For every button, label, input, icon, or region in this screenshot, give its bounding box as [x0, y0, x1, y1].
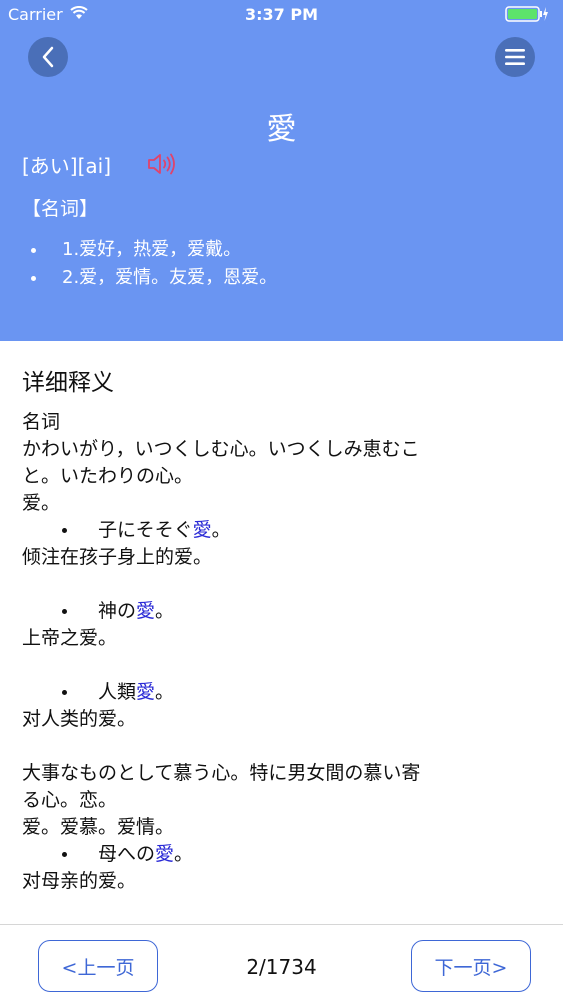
status-time: 3:37 PM: [244, 5, 318, 24]
example-text-end: 。: [174, 843, 194, 865]
pagination-bar: <上一页 2/1734 下一页>: [0, 924, 563, 1001]
example-text: 子にそそぐ: [98, 519, 193, 541]
meaning-list: 1.爱好，热爱，爱戴。 2.爱，爱情。友爱，恩爱。: [22, 236, 277, 292]
highlight-word: 愛: [136, 600, 156, 622]
definition-line: 倾注在孩子身上的爱。: [22, 546, 213, 568]
battery-icon: [505, 6, 548, 22]
example-text-end: 。: [155, 681, 175, 703]
bullet-dot: [62, 528, 67, 533]
headword: 愛: [266, 112, 297, 147]
example-text: 母への: [98, 843, 156, 865]
definition-line: 对人类的爱。: [22, 708, 137, 730]
next-page-button[interactable]: 下一页>: [411, 940, 531, 992]
back-button[interactable]: [28, 37, 68, 77]
definition-line: かわいがり，いつくしむ心。いつくしみ恵むこ: [22, 438, 420, 460]
example-text: 神の: [98, 600, 137, 622]
menu-button[interactable]: [495, 37, 535, 77]
definition-line: る心。恋。: [22, 789, 118, 811]
definition-line: 对母亲的爱。: [22, 870, 137, 892]
example-text: 人類: [98, 681, 137, 703]
highlight-word: 愛: [155, 843, 175, 865]
highlight-word: 愛: [136, 681, 156, 703]
definition-line: 名词: [22, 411, 61, 433]
back-chevron-icon: [42, 46, 54, 68]
definition-line: 爱。爱慕。爱情。: [22, 816, 175, 838]
charging-bolt-icon: [543, 7, 548, 21]
bullet-dot: [62, 690, 67, 695]
word-header: Carrier 3:37 PM 愛 [あい][ai] 【名词】 1.爱好，热爱，…: [0, 0, 563, 341]
example-line: 子にそそぐ愛。: [22, 517, 542, 544]
example-line: 神の愛。: [22, 598, 542, 625]
part-of-speech: 【名词】: [22, 198, 99, 220]
definition-line: 爱。: [22, 492, 61, 514]
reading: [あい][ai]: [22, 154, 112, 178]
example-line: 母への愛。: [22, 841, 542, 868]
meaning-item: 1.爱好，热爱，爱戴。: [22, 236, 277, 264]
highlight-word: 愛: [192, 519, 212, 541]
menu-icon: [505, 49, 525, 65]
example-text-end: 。: [211, 519, 231, 541]
definition-line: 上帝之爱。: [22, 627, 118, 649]
detail-title: 详细释义: [22, 370, 114, 396]
detail-content[interactable]: 详细释义 名词かわいがり，いつくしむ心。いつくしみ恵むこ と。いたわりの心。 爱。子…: [0, 341, 563, 924]
example-line: 人類愛。: [22, 679, 542, 706]
detail-body: 名词 かわいがり，いつくしむ心。いつくしみ恵むこ と。いたわりの心。 爱。 子にそそぐ愛…: [22, 409, 542, 924]
definition-line: 大事なものとして慕う心。特に男女間の慕い寄: [22, 762, 421, 784]
bullet-dot: [62, 852, 67, 857]
speaker-icon[interactable]: [147, 151, 177, 177]
bullet-dot: [62, 609, 67, 614]
meaning-item: 2.爱，爱情。友爱，恩爱。: [22, 264, 277, 292]
status-bar: Carrier 3:37 PM: [0, 0, 563, 30]
example-text-end: 。: [155, 600, 175, 622]
definition-line: と。いたわりの心。: [22, 465, 194, 487]
